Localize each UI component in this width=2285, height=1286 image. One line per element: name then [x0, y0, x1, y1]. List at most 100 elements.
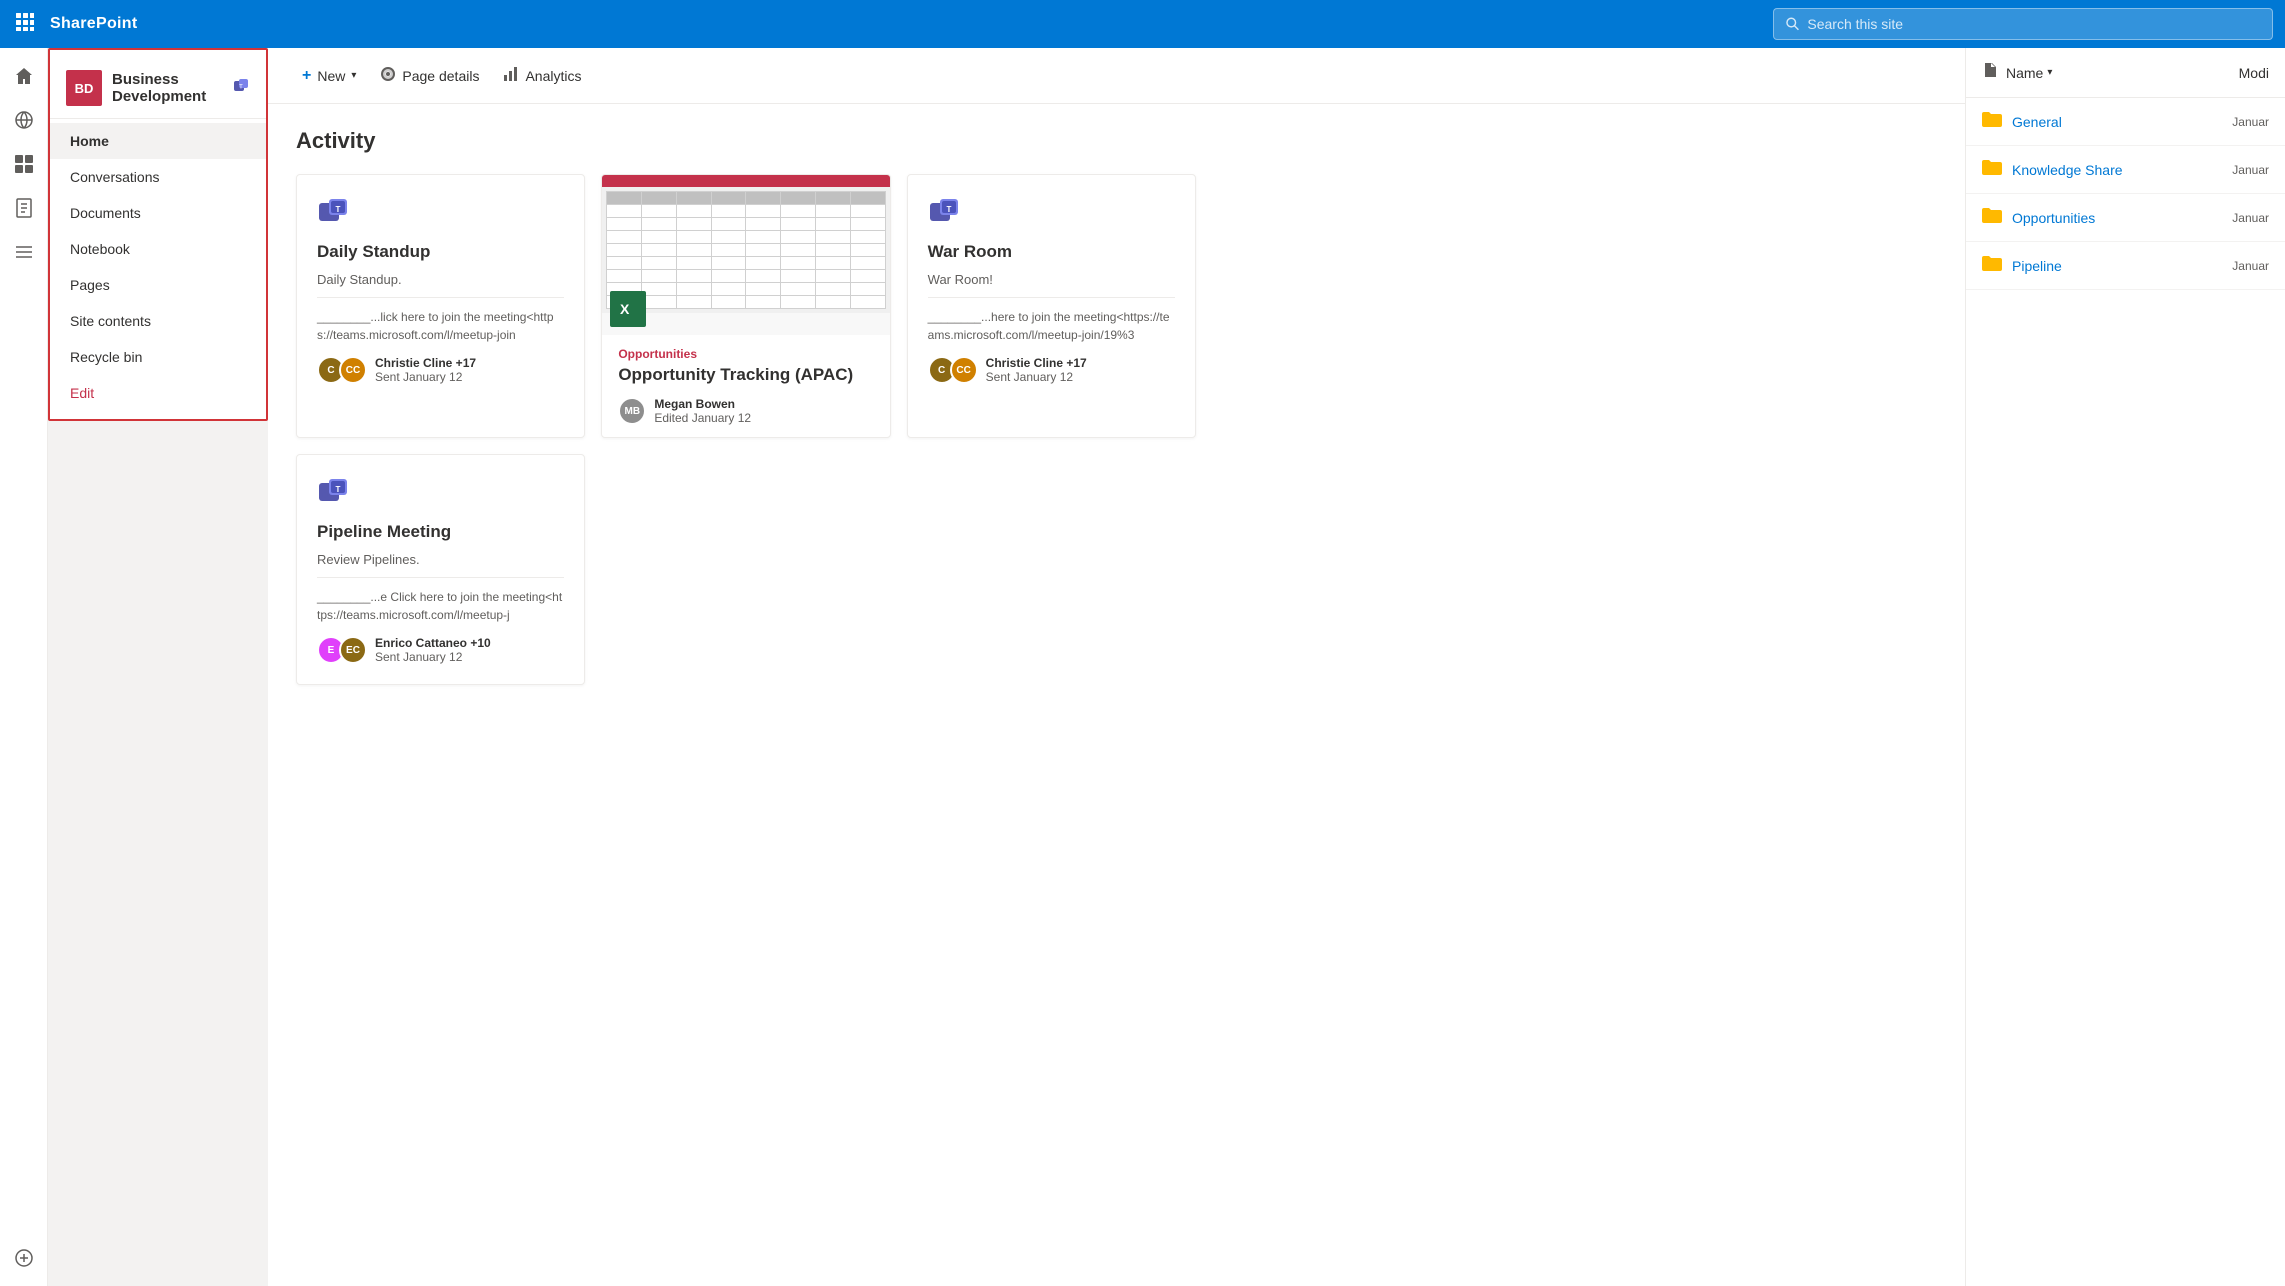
sidebar-item-conversations[interactable]: Conversations — [50, 159, 266, 195]
site-name: Business Development — [112, 71, 222, 105]
card-title-pipeline-meeting: Pipeline Meeting — [317, 522, 564, 542]
files-col-modified: Modi — [2239, 65, 2269, 81]
excel-icon: X — [610, 291, 646, 327]
card-divider — [317, 297, 564, 298]
card-link-daily-standup: ________...lick here to join the meeting… — [317, 308, 564, 344]
folder-icon-general — [1982, 110, 2002, 133]
analytics-icon — [503, 66, 519, 85]
avatar-cc-warroom: CC — [950, 356, 978, 384]
card-daily-standup[interactable]: T Daily Standup Daily Standup. ________.… — [296, 174, 585, 438]
cards-grid: T Daily Standup Daily Standup. ________.… — [296, 174, 1196, 685]
file-date-pipeline: Januar — [2232, 259, 2269, 273]
file-name-general: General — [2012, 114, 2062, 130]
file-name-pipeline: Pipeline — [2012, 258, 2062, 274]
new-button[interactable]: + New ▾ — [292, 61, 366, 91]
avatar-group: C CC — [317, 356, 367, 384]
card-opportunity-tracking[interactable]: X Opportunities Opportunity Tracking (AP… — [601, 174, 890, 438]
sidebar-item-pages[interactable]: Pages — [50, 267, 266, 303]
avatar-mb: MB — [618, 397, 646, 425]
search-input[interactable] — [1807, 16, 2260, 32]
site-sidebar: BD Business Development T Home Conversat… — [48, 48, 268, 421]
activity-title: Activity — [296, 128, 1937, 154]
svg-text:T: T — [336, 485, 341, 494]
left-rail — [0, 48, 48, 1286]
avatar-group-pipeline: E EC — [317, 636, 367, 664]
card-tag-opportunities: Opportunities — [618, 347, 873, 361]
file-date-general: Januar — [2232, 115, 2269, 129]
teams-icon-daily-standup: T — [317, 195, 564, 232]
card-pipeline-meeting[interactable]: T Pipeline Meeting Review Pipelines. ___… — [296, 454, 585, 685]
card-divider-war-room — [928, 297, 1175, 298]
card-desc-war-room: War Room! — [928, 272, 1175, 287]
card-title-opportunity-tracking: Opportunity Tracking (APAC) — [618, 365, 873, 385]
file-row-opportunities[interactable]: Opportunities Januar — [1966, 194, 2285, 242]
avatar-ec-pipeline: EC — [339, 636, 367, 664]
svg-text:T: T — [336, 205, 341, 214]
card-meta-opportunity: Megan Bowen Edited January 12 — [654, 397, 751, 425]
file-row-pipeline[interactable]: Pipeline Januar — [1966, 242, 2285, 290]
files-header: Name ▾ Modi — [1966, 48, 2285, 98]
folder-icon-knowledge-share — [1982, 158, 2002, 181]
card-footer-pipeline-meeting: E EC Enrico Cattaneo +10 Sent January 12 — [317, 636, 564, 664]
new-label: New — [317, 68, 345, 84]
sidebar-item-site-contents[interactable]: Site contents — [50, 303, 266, 339]
card-desc-pipeline-meeting: Review Pipelines. — [317, 552, 564, 567]
sidebar-item-notebook[interactable]: Notebook — [50, 231, 266, 267]
analytics-label: Analytics — [525, 68, 581, 84]
main-layout: BD Business Development T Home Conversat… — [48, 48, 2285, 1286]
card-footer-war-room: C CC Christie Cline +17 Sent January 12 — [928, 356, 1175, 384]
rail-home-icon[interactable] — [4, 56, 44, 96]
excel-red-bar — [602, 175, 889, 187]
card-meta-daily-standup: Christie Cline +17 Sent January 12 — [375, 356, 476, 384]
folder-icon-pipeline — [1982, 254, 2002, 277]
rail-globe-icon[interactable] — [4, 100, 44, 140]
sidebar-header: BD Business Development T — [50, 58, 266, 119]
waffle-icon[interactable] — [12, 9, 38, 40]
folder-icon-opportunities — [1982, 206, 2002, 229]
avatar-cc: CC — [339, 356, 367, 384]
card-title-war-room: War Room — [928, 242, 1175, 262]
toolbar: + New ▾ Page details — [268, 48, 1965, 104]
gear-icon — [380, 66, 396, 85]
card-divider-pipeline-meeting — [317, 577, 564, 578]
chevron-down-icon: ▾ — [351, 70, 356, 81]
file-doc-icon — [1982, 62, 1998, 83]
sidebar-item-edit[interactable]: Edit — [50, 375, 266, 411]
rail-list-icon[interactable] — [4, 232, 44, 272]
excel-card-body: Opportunities Opportunity Tracking (APAC… — [602, 335, 889, 437]
card-link-war-room: ________...here to join the meeting<http… — [928, 308, 1175, 344]
page-details-button[interactable]: Page details — [370, 60, 489, 91]
card-desc-daily-standup: Daily Standup. — [317, 272, 564, 287]
rail-grid-icon[interactable] — [4, 144, 44, 184]
card-war-room[interactable]: T War Room War Room! ________...here to … — [907, 174, 1196, 438]
teams-icon-pipeline-meeting: T — [317, 475, 564, 512]
sort-chevron-icon: ▾ — [2047, 67, 2052, 78]
file-row-knowledge-share[interactable]: Knowledge Share Januar — [1966, 146, 2285, 194]
main-content: + New ▾ Page details — [268, 48, 1965, 1286]
sidebar-item-home[interactable]: Home — [50, 123, 266, 159]
teams-site-icon[interactable]: T — [232, 77, 250, 100]
file-date-knowledge-share: Januar — [2232, 163, 2269, 177]
rail-doc-icon[interactable] — [4, 188, 44, 228]
card-footer-daily-standup: C CC Christie Cline +17 Sent January 12 — [317, 356, 564, 384]
rail-add-icon[interactable] — [4, 1238, 44, 1278]
sidebar-item-documents[interactable]: Documents — [50, 195, 266, 231]
svg-text:X: X — [620, 301, 630, 317]
card-meta-pipeline-meeting: Enrico Cattaneo +10 Sent January 12 — [375, 636, 491, 664]
teams-icon-war-room: T — [928, 195, 1175, 232]
sidebar-item-recycle-bin[interactable]: Recycle bin — [50, 339, 266, 375]
avatar-group-war-room: C CC — [928, 356, 978, 384]
card-title-daily-standup: Daily Standup — [317, 242, 564, 262]
file-name-knowledge-share: Knowledge Share — [2012, 162, 2123, 178]
app-logo: SharePoint — [50, 15, 137, 33]
excel-preview: X — [602, 175, 889, 335]
topbar: SharePoint — [0, 0, 2285, 48]
plus-icon: + — [302, 67, 311, 85]
svg-text:T: T — [946, 205, 951, 214]
page-details-label: Page details — [402, 68, 479, 84]
page-content: Activity T Daily Standup Daily — [268, 104, 1965, 709]
file-row-general[interactable]: General Januar — [1966, 98, 2285, 146]
analytics-button[interactable]: Analytics — [493, 60, 591, 91]
search-bar[interactable] — [1773, 8, 2273, 40]
files-col-name[interactable]: Name ▾ — [2006, 65, 2052, 81]
